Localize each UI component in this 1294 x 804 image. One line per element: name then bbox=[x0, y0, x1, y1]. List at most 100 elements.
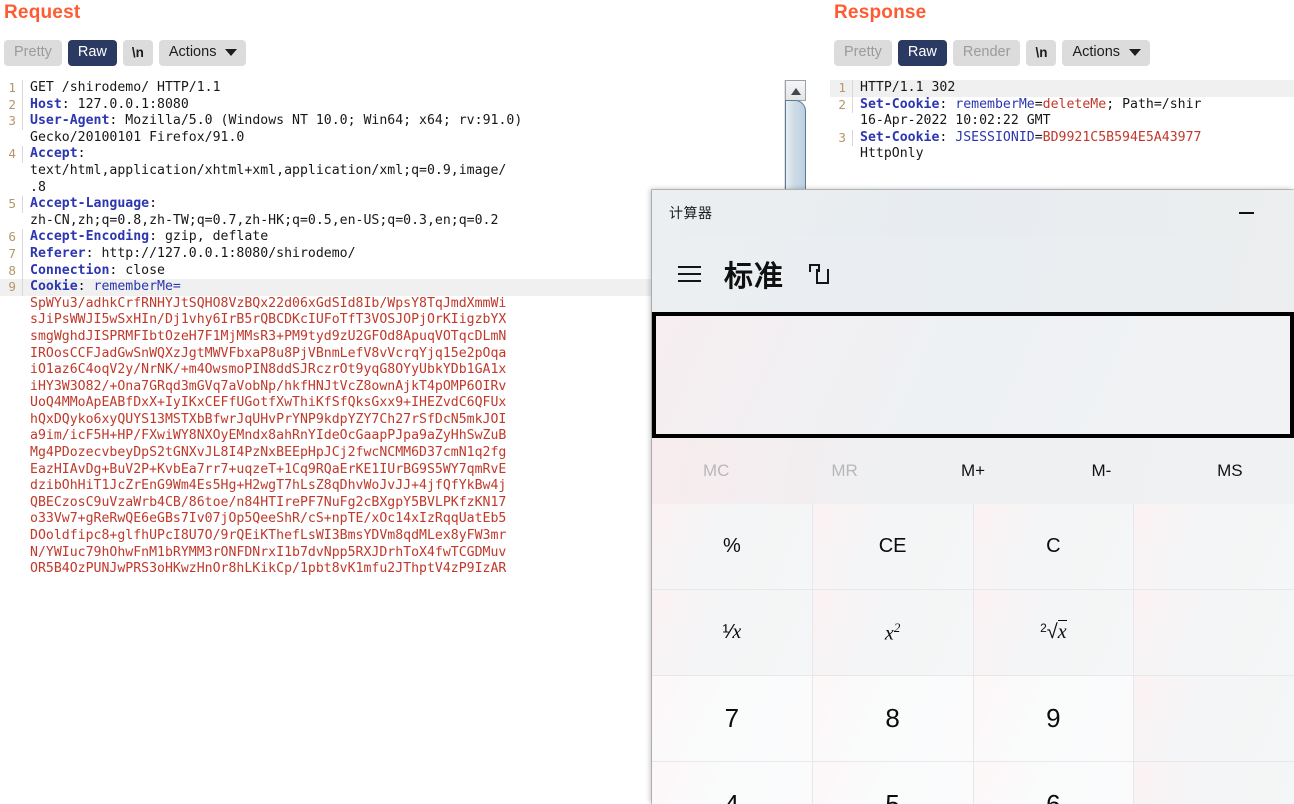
response-tab-actions[interactable]: Actions bbox=[1062, 40, 1151, 66]
code-token: a9im/icF5H+HP/FXwiWY8NXOyEMndx8ahRnYIdeO… bbox=[30, 428, 507, 444]
digit-9-key[interactable]: 9 bbox=[973, 676, 1134, 761]
code-line-text: Cookie: rememberMe= bbox=[23, 279, 181, 296]
code-line-text: HTTP/1.1 302 bbox=[853, 80, 955, 97]
code-line: 1 HTTP/1.1 302 bbox=[830, 80, 1294, 97]
code-line-text: GET /shirodemo/ HTTP/1.1 bbox=[23, 80, 221, 97]
code-line-text: Host: 127.0.0.1:8080 bbox=[23, 97, 189, 114]
code-line-text: DOoldfipc8+glfhUPcI8U7O/9rQEiKThefLsWI3B… bbox=[23, 528, 506, 545]
code-token: JSESSIONID bbox=[955, 129, 1035, 145]
code-token: Accept-Language bbox=[30, 196, 150, 212]
code-line-text: iHY3W3O82/+Ona7GRqd3mGVq7aVobNp/hkfHNJtV… bbox=[23, 379, 506, 396]
memory-m--button[interactable]: M- bbox=[1037, 438, 1165, 504]
code-token: OR5B4OzPUNJwPRS3oHKwzHnOr8hLKikCp/1pbt8v… bbox=[30, 561, 507, 577]
code-token: UoQ4MMoApEABfDxX+IyIKxCEFfUGotfXwThiKfSf… bbox=[30, 395, 507, 411]
code-line: Gecko/20100101 Firefox/91.0 bbox=[0, 130, 806, 147]
memory-m+-button[interactable]: M+ bbox=[909, 438, 1037, 504]
line-number: 2 bbox=[0, 96, 23, 114]
code-line: 3 User-Agent: Mozilla/5.0 (Windows NT 10.… bbox=[0, 113, 806, 130]
code-token: text/html,application/xhtml+xml,applicat… bbox=[30, 162, 507, 178]
digit-8-key[interactable]: 8 bbox=[812, 676, 973, 761]
code-token: : bbox=[149, 196, 158, 212]
multiply-key[interactable] bbox=[1134, 676, 1294, 761]
request-tab-pretty[interactable]: Pretty bbox=[4, 40, 62, 66]
code-token: smgWghdJISPRMFIbtOzeH7F1MjMMsR3+PM9tyd9z… bbox=[30, 328, 507, 344]
divide-key[interactable] bbox=[1134, 590, 1294, 675]
code-line-text: OR5B4OzPUNJwPRS3oHKwzHnOr8hLKikCp/1pbt8v… bbox=[23, 561, 506, 578]
code-token: dzibOhHiT1JcZrEnG9Wm4Es5Hg+H2wgT7hLsZ8qD… bbox=[30, 478, 507, 494]
subtract-key[interactable] bbox=[1134, 762, 1294, 804]
digit-6-key[interactable]: 6 bbox=[973, 762, 1134, 804]
code-line-text: dzibOhHiT1JcZrEnG9Wm4Es5Hg+H2wgT7hLsZ8qD… bbox=[23, 478, 506, 495]
screen: Request Pretty Raw \n Actions 1 GET /shirode… bbox=[0, 0, 1294, 804]
response-tab-render[interactable]: Render bbox=[952, 40, 1021, 66]
code-line-text: smgWghdJISPRMFIbtOzeH7F1MjMMsR3+PM9tyd9z… bbox=[23, 329, 506, 346]
request-toolbar: Pretty Raw \n Actions bbox=[4, 38, 247, 68]
line-number: 6 bbox=[0, 229, 23, 246]
code-line: text/html,application/xhtml+xml,applicat… bbox=[0, 163, 806, 180]
code-line-text: Accept: bbox=[23, 146, 86, 163]
line-number: 1 bbox=[0, 80, 23, 97]
request-tab-raw[interactable]: Raw bbox=[67, 40, 117, 66]
chevron-down-icon bbox=[225, 49, 238, 56]
digit-7-key[interactable]: 7 bbox=[652, 676, 812, 761]
code-line-text: Gecko/20100101 Firefox/91.0 bbox=[23, 130, 244, 147]
square-root-key[interactable]: 2 √x bbox=[973, 590, 1134, 675]
line-number: 8 bbox=[0, 262, 23, 280]
code-line: 2 Host: 127.0.0.1:8080 bbox=[0, 96, 806, 114]
clear-entry-key[interactable]: CE bbox=[812, 504, 973, 589]
code-line: 3 Set-Cookie: JSESSIONID=BD9921C5B594E5A4… bbox=[830, 129, 1294, 147]
code-token: : bbox=[939, 129, 956, 145]
line-number: 4 bbox=[0, 146, 23, 163]
code-token: Host bbox=[30, 96, 62, 112]
line-number: 7 bbox=[0, 245, 23, 263]
code-token: BD9921C5B594E5A43977 bbox=[1042, 129, 1202, 145]
scrollbar-thumb[interactable] bbox=[785, 100, 806, 204]
code-line: 4 Accept: bbox=[0, 146, 806, 163]
backspace-key[interactable] bbox=[1134, 504, 1294, 589]
code-token: HttpOnly bbox=[860, 146, 924, 162]
calculator-display[interactable] bbox=[652, 312, 1294, 438]
code-token: Set-Cookie bbox=[860, 96, 940, 112]
code-token: rememberMe= bbox=[93, 279, 181, 295]
reciprocal-key[interactable]: ¹⁄x bbox=[652, 590, 812, 675]
code-token: rememberMe bbox=[955, 96, 1035, 112]
digit-4-key[interactable]: 4 bbox=[652, 762, 812, 804]
calculator-window-title: 计算器 bbox=[669, 205, 713, 221]
request-tab-actions[interactable]: Actions bbox=[158, 40, 247, 66]
response-tab-pretty[interactable]: Pretty bbox=[834, 40, 892, 66]
code-token: iO1az6C4oqV2y/NrNK/+m4OwsmoPIN8ddSJRczrO… bbox=[30, 362, 507, 378]
digit-5-key[interactable]: 5 bbox=[812, 762, 973, 804]
code-line-text: SpWYu3/adhkCrfRNHYJtSQHO8VzBQx22d06xGdSI… bbox=[23, 296, 506, 313]
code-line-text: zh-CN,zh;q=0.8,zh-TW;q=0.7,zh-HK;q=0.5,e… bbox=[23, 213, 498, 230]
code-line-text: .8 bbox=[23, 180, 46, 197]
calculator-window: 计算器 标准 MC MR M+ M- MS % CE C ¹⁄x x2 2 √x 7 8 9 4 5 6 bbox=[652, 190, 1294, 804]
code-token: DOoldfipc8+glfhUPcI8U7O/9rQEiKThefLsWI3B… bbox=[30, 528, 507, 544]
square-key[interactable]: x2 bbox=[812, 590, 973, 675]
percent-key[interactable]: % bbox=[652, 504, 812, 589]
code-line-text: IROosCCFJadGwSnWQXzJgtMWVFbxaP8u8PjVBnmL… bbox=[23, 346, 506, 363]
code-token: : bbox=[939, 96, 956, 112]
response-tab-raw[interactable]: Raw bbox=[897, 40, 947, 66]
calculator-keypad: % CE C ¹⁄x x2 2 √x 7 8 9 4 5 6 bbox=[652, 504, 1294, 804]
code-token: : gzip, deflate bbox=[149, 229, 269, 245]
calculator-titlebar[interactable]: 计算器 bbox=[652, 190, 1294, 236]
code-line-text: HttpOnly bbox=[853, 146, 924, 163]
request-tab-n[interactable]: \n bbox=[122, 40, 153, 66]
memory-ms-button[interactable]: MS bbox=[1166, 438, 1294, 504]
clear-key[interactable]: C bbox=[973, 504, 1134, 589]
code-token: HTTP/1.1 302 bbox=[860, 80, 956, 95]
code-token: Accept-Encoding bbox=[30, 229, 150, 245]
code-token: Connection bbox=[30, 262, 110, 278]
response-tab-n[interactable]: \n bbox=[1026, 40, 1057, 66]
code-token: Cookie bbox=[30, 279, 78, 295]
calculator-mode-label: 标准 bbox=[724, 261, 785, 293]
hamburger-menu-icon[interactable] bbox=[666, 254, 712, 294]
code-token: o33Vw7+gReRwQE6eGBs7Iv07jOp5QeeShR/cS+np… bbox=[30, 511, 507, 527]
scroll-up-arrow-icon[interactable] bbox=[785, 80, 806, 101]
code-token: zh-CN,zh;q=0.8,zh-TW;q=0.7,zh-HK;q=0.5,e… bbox=[30, 212, 499, 228]
minimize-button[interactable] bbox=[1224, 190, 1268, 236]
code-token: : close bbox=[109, 262, 165, 278]
code-line: 2 Set-Cookie: rememberMe=deleteMe; Path=/… bbox=[830, 96, 1294, 114]
keep-on-top-icon[interactable] bbox=[808, 263, 830, 285]
code-token: deleteMe bbox=[1042, 96, 1107, 112]
